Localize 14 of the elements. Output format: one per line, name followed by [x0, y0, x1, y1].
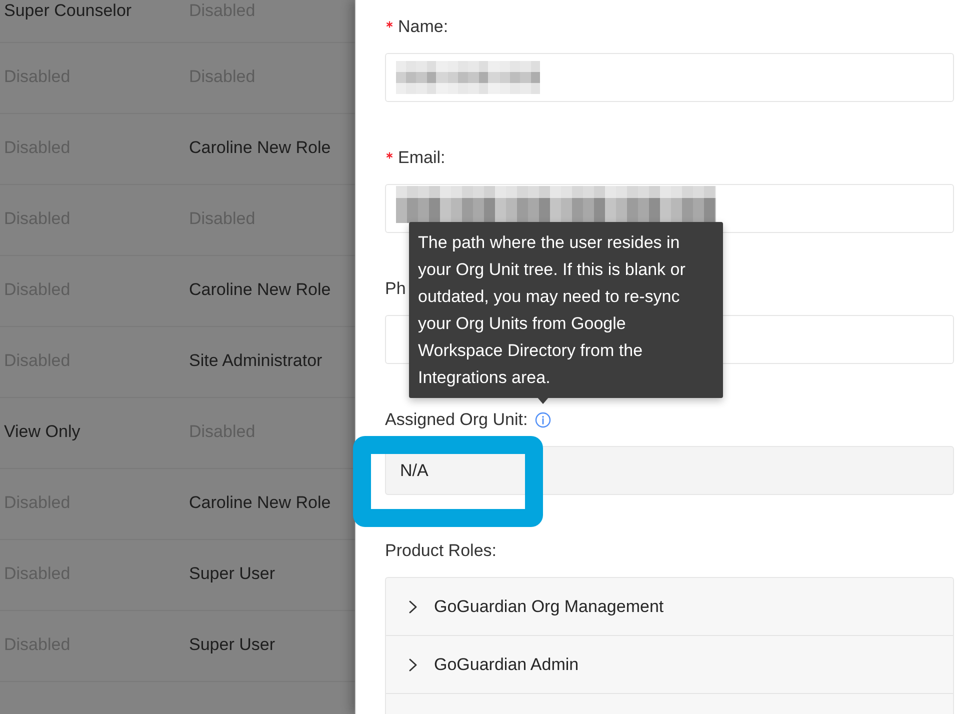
table-cell: Super User [189, 636, 275, 653]
table-cell: Site Administrator [189, 352, 322, 369]
field-label: Name: [398, 16, 448, 38]
field-label: Ph [385, 278, 406, 300]
field-label: Product Roles: [385, 540, 496, 562]
table-cell: Super User [189, 565, 275, 582]
field-label: Assigned Org Unit: [385, 409, 528, 431]
tooltip: The path where the user resides in your Org Unit tree. If this is blank or outdated, you may need to re-sync your Org Units from Google Workspace Directory from the Integrations area. [409, 222, 723, 398]
table-cell: Super Counselor [4, 2, 132, 19]
table-cell: Caroline New Role [189, 494, 331, 511]
table-cell: View Only [4, 423, 80, 440]
table-cell: Caroline New Role [189, 139, 331, 156]
field-label: Email: [398, 147, 446, 169]
table-cell: Caroline New Role [189, 281, 331, 298]
